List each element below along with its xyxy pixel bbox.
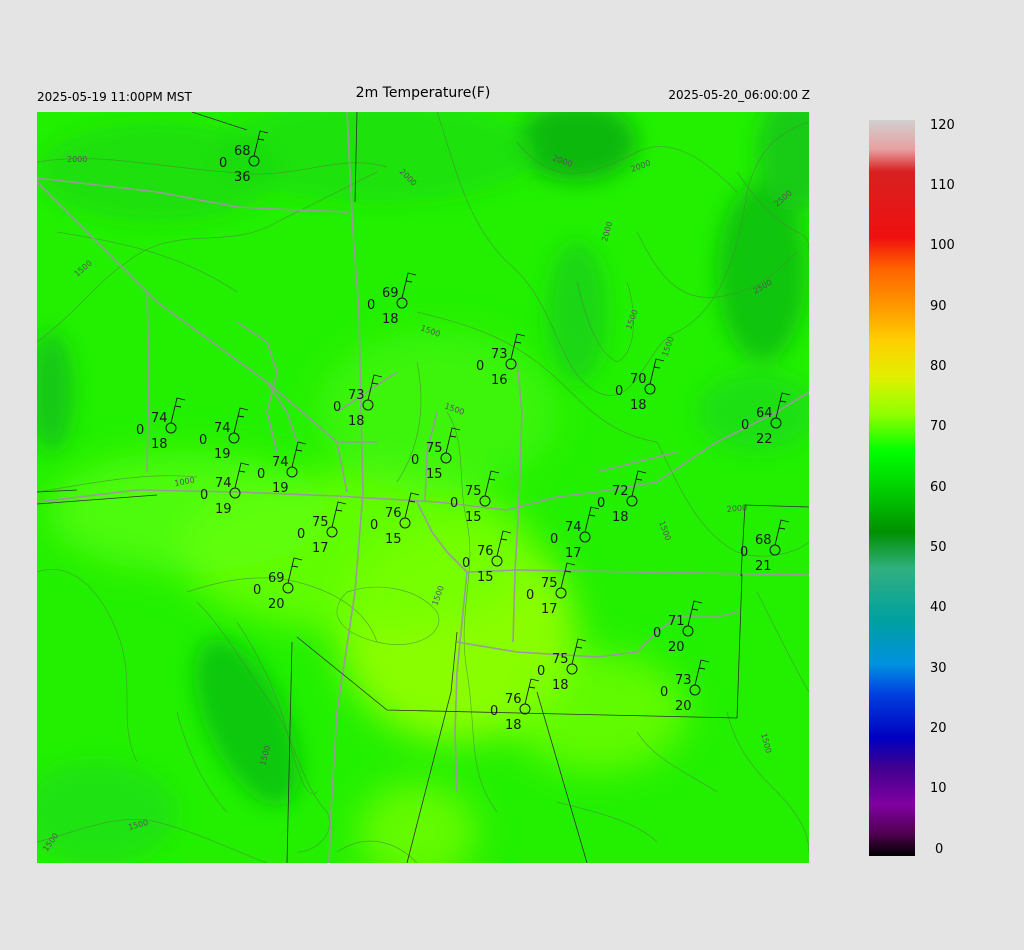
- station-dewpoint: 20: [675, 699, 692, 714]
- station-zero-value: 0: [333, 400, 341, 415]
- station-temperature: 68: [234, 144, 251, 159]
- temperature-field: [37, 112, 809, 863]
- scale-label: 70: [930, 419, 947, 434]
- station-zero-value: 0: [660, 685, 668, 700]
- station-temperature: 64: [756, 406, 773, 421]
- station-temperature: 72: [612, 484, 629, 499]
- station-temperature: 74: [565, 520, 582, 535]
- scale-label: 90: [930, 299, 947, 314]
- station-temperature: 75: [552, 652, 569, 667]
- scale-label: 60: [930, 480, 947, 495]
- station-zero-value: 0: [550, 532, 558, 547]
- station-zero-value: 0: [253, 583, 261, 598]
- station-temperature: 68: [755, 533, 772, 548]
- station-dewpoint: 17: [541, 602, 558, 617]
- station-zero-value: 0: [653, 626, 661, 641]
- station-temperature: 70: [630, 372, 647, 387]
- temperature-map: 2000 2000 2000 2000 2000 2500 2500 1500 …: [37, 112, 809, 863]
- scale-label: 100: [930, 238, 955, 253]
- station-dewpoint: 15: [477, 570, 494, 585]
- station-zero-value: 0: [537, 664, 545, 679]
- station-temperature: 76: [385, 506, 402, 521]
- station-dewpoint: 21: [755, 559, 772, 574]
- station-dewpoint: 36: [234, 170, 251, 185]
- station-temperature: 73: [348, 388, 365, 403]
- scale-label: 80: [930, 359, 947, 374]
- station-dewpoint: 18: [612, 510, 629, 525]
- station-dewpoint: 15: [385, 532, 402, 547]
- station-zero-value: 0: [615, 384, 623, 399]
- station-dewpoint: 16: [491, 373, 508, 388]
- station-temperature: 75: [465, 484, 482, 499]
- station-zero-value: 0: [411, 453, 419, 468]
- station-zero-value: 0: [200, 488, 208, 503]
- station-dewpoint: 18: [630, 398, 647, 413]
- station-dewpoint: 18: [348, 414, 365, 429]
- station-temperature: 75: [426, 441, 443, 456]
- station-temperature: 73: [675, 673, 692, 688]
- color-scale-bar: [869, 120, 915, 856]
- station-temperature: 74: [272, 455, 289, 470]
- station-temperature: 74: [151, 411, 168, 426]
- scale-label: 10: [930, 781, 947, 796]
- station-dewpoint: 20: [668, 640, 685, 655]
- scale-label: 0: [935, 842, 944, 857]
- station-temperature: 69: [268, 571, 285, 586]
- station-zero-value: 0: [490, 704, 498, 719]
- station-dewpoint: 18: [151, 437, 168, 452]
- station-zero-value: 0: [450, 496, 458, 511]
- station-temperature: 75: [312, 515, 329, 530]
- station-temperature: 74: [215, 476, 232, 491]
- station-dewpoint: 19: [272, 481, 289, 496]
- scale-label: 20: [930, 721, 947, 736]
- station-dewpoint: 18: [382, 312, 399, 327]
- station-dewpoint: 19: [214, 447, 231, 462]
- station-zero-value: 0: [219, 156, 227, 171]
- station-zero-value: 0: [136, 423, 144, 438]
- station-zero-value: 0: [297, 527, 305, 542]
- station-temperature: 74: [214, 421, 231, 436]
- station-zero-value: 0: [526, 588, 534, 603]
- scale-label: 110: [930, 178, 955, 193]
- station-dewpoint: 20: [268, 597, 285, 612]
- station-dewpoint: 18: [505, 718, 522, 733]
- station-dewpoint: 15: [465, 510, 482, 525]
- station-zero-value: 0: [367, 298, 375, 313]
- station-zero-value: 0: [257, 467, 265, 482]
- station-dewpoint: 19: [215, 502, 232, 517]
- station-temperature: 76: [505, 692, 522, 707]
- svg-text:2000: 2000: [67, 155, 87, 164]
- station-zero-value: 0: [476, 359, 484, 374]
- station-temperature: 71: [668, 614, 685, 629]
- station-dewpoint: 18: [552, 678, 569, 693]
- station-zero-value: 0: [370, 518, 378, 533]
- station-dewpoint: 15: [426, 467, 443, 482]
- station-temperature: 73: [491, 347, 508, 362]
- scale-label: 50: [930, 540, 947, 555]
- station-zero-value: 0: [199, 433, 207, 448]
- scale-label: 40: [930, 600, 947, 615]
- station-dewpoint: 17: [565, 546, 582, 561]
- station-zero-value: 0: [462, 556, 470, 571]
- station-temperature: 76: [477, 544, 494, 559]
- station-temperature: 75: [541, 576, 558, 591]
- valid-time-label: 2025-05-20_06:00:00 Z: [668, 88, 810, 102]
- scale-label: 120: [930, 118, 955, 133]
- station-zero-value: 0: [741, 418, 749, 433]
- scale-label: 30: [930, 661, 947, 676]
- station-dewpoint: 17: [312, 541, 329, 556]
- station-temperature: 69: [382, 286, 399, 301]
- station-dewpoint: 22: [756, 432, 773, 447]
- station-zero-value: 0: [740, 545, 748, 560]
